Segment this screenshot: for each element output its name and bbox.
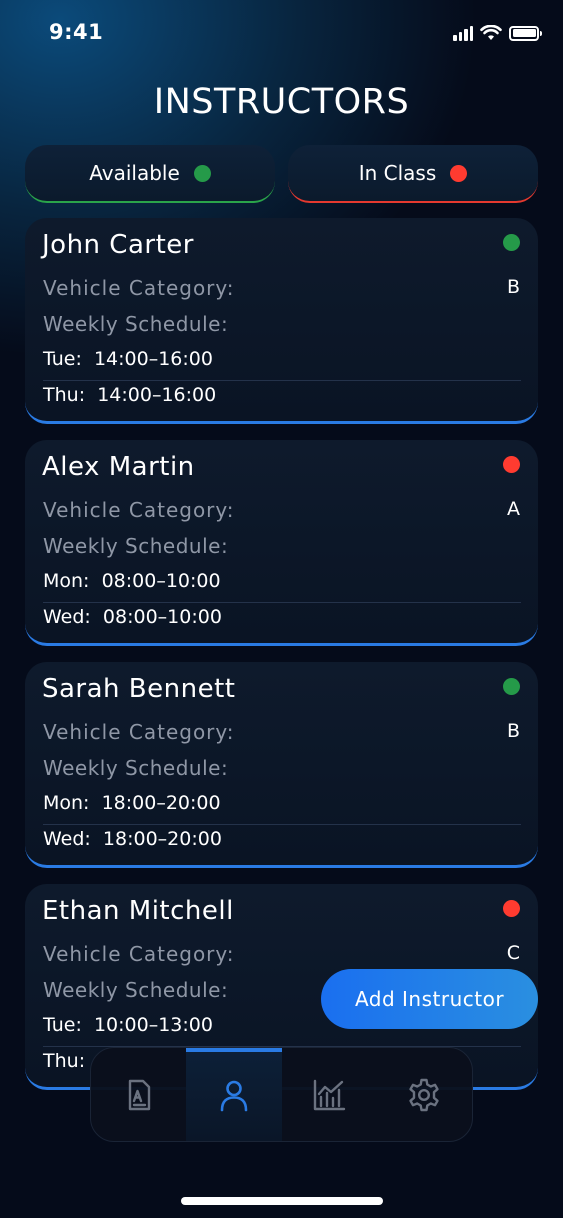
- gear-icon: [409, 1078, 440, 1111]
- schedule-time: 10:00–13:00: [93, 1014, 213, 1036]
- schedule-day: Tue:: [43, 348, 82, 370]
- status-dot-icon: [503, 678, 520, 695]
- schedule-day: Wed:: [43, 828, 91, 850]
- vehicle-category-label: Vehicle Category:: [43, 498, 235, 522]
- status-dot-icon: [503, 900, 520, 917]
- tab-documents[interactable]: [91, 1048, 186, 1141]
- page-title: INSTRUCTORS: [153, 82, 410, 122]
- vehicle-category-label: Vehicle Category:: [43, 720, 235, 744]
- schedule-time: 08:00–10:00: [101, 570, 221, 592]
- status-dot-icon: [503, 234, 520, 251]
- status-icons: [453, 25, 542, 41]
- vehicle-category-value: B: [506, 720, 520, 742]
- weekly-schedule-label: Weekly Schedule:: [43, 756, 229, 780]
- available-status-dot-icon: [193, 164, 211, 182]
- schedule-row: Wed: 18:00–20:00: [43, 828, 521, 850]
- battery-icon: [509, 25, 542, 41]
- schedule-row: Tue: 14:00–16:00: [43, 348, 521, 381]
- schedule-time: 08:00–10:00: [102, 606, 222, 628]
- person-icon: [220, 1080, 248, 1111]
- tab-statistics[interactable]: [282, 1048, 377, 1141]
- home-indicator[interactable]: [181, 1197, 383, 1205]
- in-class-status-dot-icon: [450, 164, 468, 182]
- instructor-card[interactable]: Alex Martin Vehicle Category: A Weekly S…: [25, 440, 538, 646]
- schedule-day: Thu:: [43, 1050, 86, 1072]
- tab-instructors[interactable]: [186, 1048, 282, 1141]
- schedule-time: 14:00–16:00: [97, 384, 217, 406]
- instructor-name: Ethan Mitchell: [42, 896, 234, 926]
- instructor-card[interactable]: Sarah Bennett Vehicle Category: B Weekly…: [25, 662, 538, 868]
- status-dot-icon: [503, 456, 520, 473]
- tab-settings[interactable]: [377, 1048, 472, 1141]
- weekly-schedule-label: Weekly Schedule:: [43, 534, 229, 558]
- weekly-schedule-label: Weekly Schedule:: [43, 978, 229, 1002]
- vehicle-category-value: C: [506, 942, 520, 964]
- filter-in-class-label: In Class: [358, 161, 437, 185]
- wifi-icon: [480, 25, 502, 40]
- weekly-schedule-label: Weekly Schedule:: [43, 312, 229, 336]
- instructor-card[interactable]: John Carter Vehicle Category: B Weekly S…: [25, 218, 538, 424]
- status-bar: 9:41: [0, 0, 563, 66]
- schedule-day: Mon:: [43, 792, 90, 814]
- status-time: 9:41: [49, 20, 104, 44]
- document-icon: [128, 1079, 150, 1110]
- vehicle-category-label: Vehicle Category:: [43, 276, 235, 300]
- instructor-name: John Carter: [42, 230, 194, 260]
- schedule-row: Wed: 08:00–10:00: [43, 606, 521, 628]
- schedule-time: 18:00–20:00: [102, 828, 222, 850]
- schedule-day: Wed:: [43, 606, 91, 628]
- schedule-day: Mon:: [43, 570, 90, 592]
- bottom-tab-bar: [90, 1047, 473, 1142]
- instructor-name: Alex Martin: [42, 452, 195, 482]
- schedule-day: Tue:: [43, 1014, 82, 1036]
- filter-available-label: Available: [89, 161, 180, 185]
- add-instructor-button[interactable]: Add Instructor: [321, 969, 538, 1029]
- chart-icon: [313, 1079, 346, 1110]
- cellular-signal-icon: [453, 25, 473, 41]
- filter-available-button[interactable]: Available: [25, 145, 275, 203]
- schedule-row: Mon: 18:00–20:00: [43, 792, 521, 825]
- filter-in-class-button[interactable]: In Class: [288, 145, 538, 203]
- schedule-day: Thu:: [43, 384, 86, 406]
- schedule-row: Mon: 08:00–10:00: [43, 570, 521, 603]
- schedule-time: 14:00–16:00: [93, 348, 213, 370]
- vehicle-category-label: Vehicle Category:: [43, 942, 235, 966]
- instructor-name: Sarah Bennett: [42, 674, 236, 704]
- vehicle-category-value: A: [507, 498, 520, 520]
- schedule-row: Thu: 14:00–16:00: [43, 384, 521, 406]
- vehicle-category-value: B: [506, 276, 520, 298]
- schedule-time: 18:00–20:00: [101, 792, 221, 814]
